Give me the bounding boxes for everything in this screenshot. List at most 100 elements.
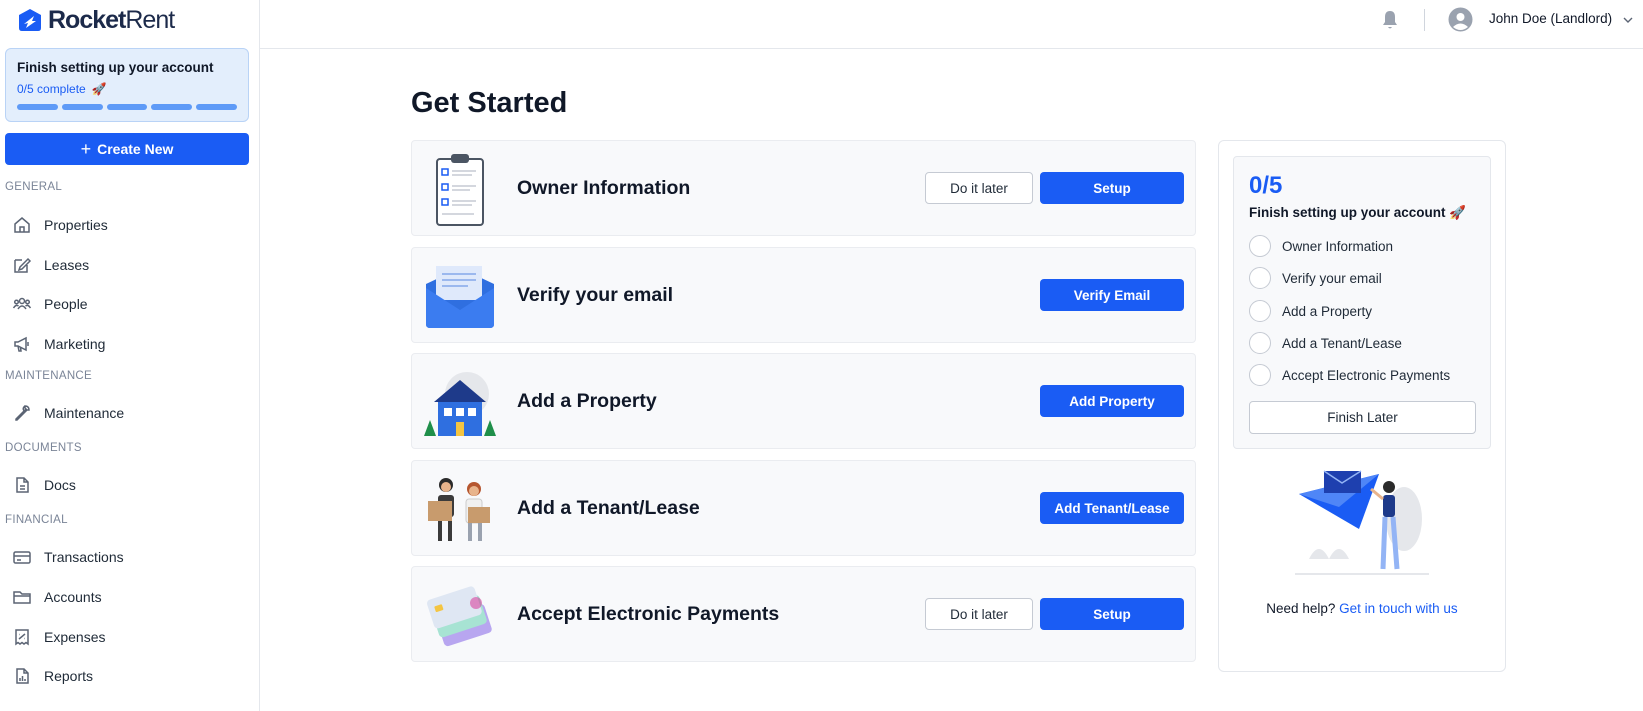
sidebar-item-label: Accounts bbox=[44, 589, 102, 605]
unchecked-circle-icon[interactable] bbox=[1249, 235, 1271, 257]
unchecked-circle-icon[interactable] bbox=[1249, 364, 1271, 386]
progress-segment bbox=[151, 104, 193, 110]
task-card-owner-information: Owner Information Do it later Setup bbox=[411, 140, 1196, 236]
verify-email-button[interactable]: Verify Email bbox=[1040, 279, 1184, 311]
progress-segment bbox=[17, 104, 58, 110]
people-icon bbox=[12, 297, 32, 310]
progress-subtitle: Finish setting up your account 🚀 bbox=[1249, 205, 1467, 220]
checklist-item[interactable]: Add a Property bbox=[1249, 300, 1372, 322]
owner-setup-button[interactable]: Setup bbox=[1040, 172, 1184, 204]
task-title: Add a Tenant/Lease bbox=[517, 497, 700, 519]
house-icon bbox=[424, 372, 496, 436]
checklist-item-label: Verify your email bbox=[1282, 270, 1382, 286]
sidebar-item-properties[interactable]: Properties bbox=[12, 210, 108, 240]
progress-count: 0/5 bbox=[1249, 172, 1283, 199]
document-icon bbox=[16, 477, 29, 493]
add-tenant-lease-button[interactable]: Add Tenant/Lease bbox=[1040, 492, 1184, 524]
sidebar-item-label: Properties bbox=[44, 217, 108, 233]
checklist-item-label: Owner Information bbox=[1282, 238, 1394, 254]
setup-card-title: Finish setting up your account bbox=[17, 60, 214, 75]
finish-later-button[interactable]: Finish Later bbox=[1249, 401, 1476, 434]
sidebar: RocketRent Finish setting up your accoun… bbox=[0, 0, 260, 711]
task-title: Accept Electronic Payments bbox=[517, 603, 780, 625]
progress-checklist: 0/5 Finish setting up your account 🚀 Own… bbox=[1233, 156, 1491, 449]
checklist-item[interactable]: Owner Information bbox=[1249, 235, 1393, 257]
brand-logo[interactable]: RocketRent bbox=[16, 5, 175, 35]
task-title: Owner Information bbox=[517, 177, 691, 199]
progress-panel: 0/5 Finish setting up your account 🚀 Own… bbox=[1218, 140, 1506, 672]
page-title: Get Started bbox=[411, 87, 568, 119]
setup-progress-text: 0/5 complete bbox=[17, 82, 86, 96]
home-icon bbox=[14, 217, 30, 233]
progress-segment bbox=[61, 104, 103, 110]
sidebar-item-reports[interactable]: Reports bbox=[12, 661, 93, 691]
sidebar-item-label: Marketing bbox=[44, 336, 106, 352]
checklist-item-label: Accept Electronic Payments bbox=[1282, 367, 1451, 383]
checklist-item[interactable]: Verify your email bbox=[1249, 267, 1382, 289]
add-property-button[interactable]: Add Property bbox=[1040, 385, 1184, 417]
cards-icon bbox=[426, 586, 492, 647]
setup-progress-bars bbox=[17, 104, 237, 110]
sidebar-item-docs[interactable]: Docs bbox=[12, 470, 76, 500]
sidebar-item-label: Docs bbox=[44, 477, 76, 493]
setup-progress-card[interactable]: Finish setting up your account 0/5 compl… bbox=[5, 48, 249, 122]
sidebar-item-accounts[interactable]: Accounts bbox=[12, 582, 102, 612]
report-icon bbox=[16, 668, 29, 684]
task-card-add-tenant-lease: Add a Tenant/Lease Add Tenant/Lease bbox=[411, 460, 1196, 556]
bell-icon[interactable] bbox=[1380, 9, 1400, 31]
sidebar-item-label: Reports bbox=[44, 668, 94, 684]
section-financial: FINANCIAL bbox=[5, 514, 68, 526]
section-documents: DOCUMENTS bbox=[5, 442, 82, 454]
sidebar-item-label: Maintenance bbox=[44, 405, 125, 421]
progress-segment bbox=[196, 104, 237, 110]
header-divider bbox=[1424, 9, 1425, 31]
megaphone-icon bbox=[14, 336, 29, 352]
task-title: Verify your email bbox=[517, 284, 674, 306]
section-maintenance: MAINTENANCE bbox=[5, 370, 93, 382]
setup-card-progress: 0/5 complete 🚀 bbox=[17, 82, 237, 96]
task-title: Add a Property bbox=[517, 390, 657, 412]
user-circle-icon[interactable] bbox=[1448, 7, 1473, 32]
sidebar-item-leases[interactable]: Leases bbox=[12, 250, 89, 280]
credit-card-icon bbox=[13, 551, 31, 564]
task-card-add-property: Add a Property Add Property bbox=[411, 353, 1196, 449]
sidebar-item-label: Leases bbox=[44, 257, 90, 273]
checklist-item[interactable]: Add a Tenant/Lease bbox=[1249, 332, 1402, 354]
task-card-verify-email: Verify your email Verify Email bbox=[411, 247, 1196, 343]
unchecked-circle-icon[interactable] bbox=[1249, 267, 1271, 289]
do-it-later-button[interactable]: Do it later bbox=[925, 598, 1033, 630]
sidebar-item-label: People bbox=[44, 296, 88, 312]
contact-link[interactable]: Get in touch with us bbox=[1339, 601, 1458, 616]
sidebar-item-people[interactable]: People bbox=[12, 289, 88, 319]
top-header bbox=[260, 0, 1643, 49]
paper-plane-illustration bbox=[1295, 470, 1429, 575]
task-card-electronic-payments: Accept Electronic Payments Do it later S… bbox=[411, 566, 1196, 662]
edit-icon bbox=[14, 257, 32, 273]
rocket-emoji-icon: 🚀 bbox=[91, 82, 107, 96]
sidebar-item-marketing[interactable]: Marketing bbox=[12, 329, 105, 359]
plus-icon: + bbox=[80, 139, 92, 159]
sidebar-item-expenses[interactable]: Expenses bbox=[12, 622, 105, 652]
user-name[interactable]: John Doe (Landlord) bbox=[1489, 11, 1612, 26]
do-it-later-button[interactable]: Do it later bbox=[925, 172, 1033, 204]
unchecked-circle-icon[interactable] bbox=[1249, 332, 1271, 354]
create-new-label: Create New bbox=[97, 141, 174, 157]
help-text: Need help? Get in touch with us bbox=[1219, 601, 1505, 616]
rocket-logo-icon bbox=[19, 9, 41, 31]
clipboard-icon bbox=[436, 154, 484, 226]
sidebar-item-transactions[interactable]: Transactions bbox=[12, 542, 124, 572]
chevron-down-icon[interactable] bbox=[1622, 14, 1634, 26]
checklist-item-label: Add a Property bbox=[1282, 303, 1373, 319]
unchecked-circle-icon[interactable] bbox=[1249, 300, 1271, 322]
payments-setup-button[interactable]: Setup bbox=[1040, 598, 1184, 630]
create-new-button[interactable]: + Create New bbox=[5, 133, 249, 165]
progress-segment bbox=[106, 104, 148, 110]
checklist-item[interactable]: Accept Electronic Payments bbox=[1249, 364, 1450, 386]
sidebar-item-label: Transactions bbox=[44, 549, 124, 565]
people-boxes-icon bbox=[428, 478, 490, 541]
section-general: GENERAL bbox=[5, 181, 63, 193]
sidebar-item-maintenance[interactable]: Maintenance bbox=[12, 398, 124, 428]
folder-icon bbox=[13, 591, 31, 604]
envelope-icon bbox=[426, 266, 494, 328]
brand-name: RocketRent bbox=[48, 5, 175, 34]
